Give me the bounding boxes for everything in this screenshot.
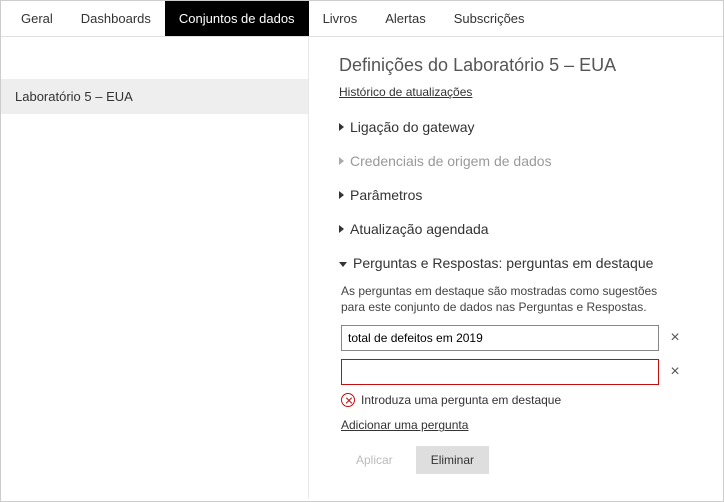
error-message: Introduza uma pergunta em destaque bbox=[361, 393, 561, 407]
tab-subscricoes[interactable]: Subscrições bbox=[440, 1, 539, 36]
section-gateway[interactable]: Ligação do gateway bbox=[339, 119, 701, 135]
main-panel: Definições do Laboratório 5 – EUA Histór… bbox=[309, 37, 723, 499]
section-scheduled[interactable]: Atualização agendada bbox=[339, 221, 701, 237]
caret-right-icon bbox=[339, 191, 344, 199]
section-gateway-label: Ligação do gateway bbox=[350, 119, 475, 135]
section-parameters-label: Parâmetros bbox=[350, 187, 422, 203]
remove-question-icon[interactable]: × bbox=[667, 363, 683, 381]
tab-geral[interactable]: Geral bbox=[7, 1, 67, 36]
apply-button[interactable]: Aplicar bbox=[341, 446, 408, 474]
sidebar-item-lab5[interactable]: Laboratório 5 – EUA bbox=[1, 79, 308, 114]
qna-description: As perguntas em destaque são mostradas c… bbox=[341, 283, 671, 315]
error-row: Introduza uma pergunta em destaque bbox=[341, 393, 701, 407]
delete-button[interactable]: Eliminar bbox=[416, 446, 489, 474]
caret-right-icon bbox=[339, 123, 344, 131]
section-qna-label: Perguntas e Respostas: perguntas em dest… bbox=[353, 255, 653, 271]
caret-down-icon bbox=[339, 262, 347, 267]
section-scheduled-label: Atualização agendada bbox=[350, 221, 489, 237]
error-icon bbox=[341, 393, 355, 407]
section-credentials-label: Credenciais de origem de dados bbox=[350, 153, 552, 169]
caret-right-icon bbox=[339, 225, 344, 233]
caret-right-icon bbox=[339, 157, 344, 165]
section-parameters[interactable]: Parâmetros bbox=[339, 187, 701, 203]
add-question-link[interactable]: Adicionar uma pergunta bbox=[341, 418, 468, 432]
section-qna[interactable]: Perguntas e Respostas: perguntas em dest… bbox=[339, 255, 701, 271]
tab-conjuntos-de-dados[interactable]: Conjuntos de dados bbox=[165, 1, 309, 36]
page-title: Definições do Laboratório 5 – EUA bbox=[339, 55, 701, 76]
history-link[interactable]: Histórico de atualizações bbox=[339, 85, 472, 99]
sidebar: Laboratório 5 – EUA bbox=[1, 37, 309, 499]
section-credentials[interactable]: Credenciais de origem de dados bbox=[339, 153, 701, 169]
tab-livros[interactable]: Livros bbox=[309, 1, 372, 36]
featured-question-input-1[interactable] bbox=[341, 325, 659, 351]
tab-alertas[interactable]: Alertas bbox=[371, 1, 439, 36]
tabs-bar: Geral Dashboards Conjuntos de dados Livr… bbox=[1, 1, 723, 37]
featured-question-input-2[interactable] bbox=[341, 359, 659, 385]
remove-question-icon[interactable]: × bbox=[667, 329, 683, 347]
tab-dashboards[interactable]: Dashboards bbox=[67, 1, 165, 36]
